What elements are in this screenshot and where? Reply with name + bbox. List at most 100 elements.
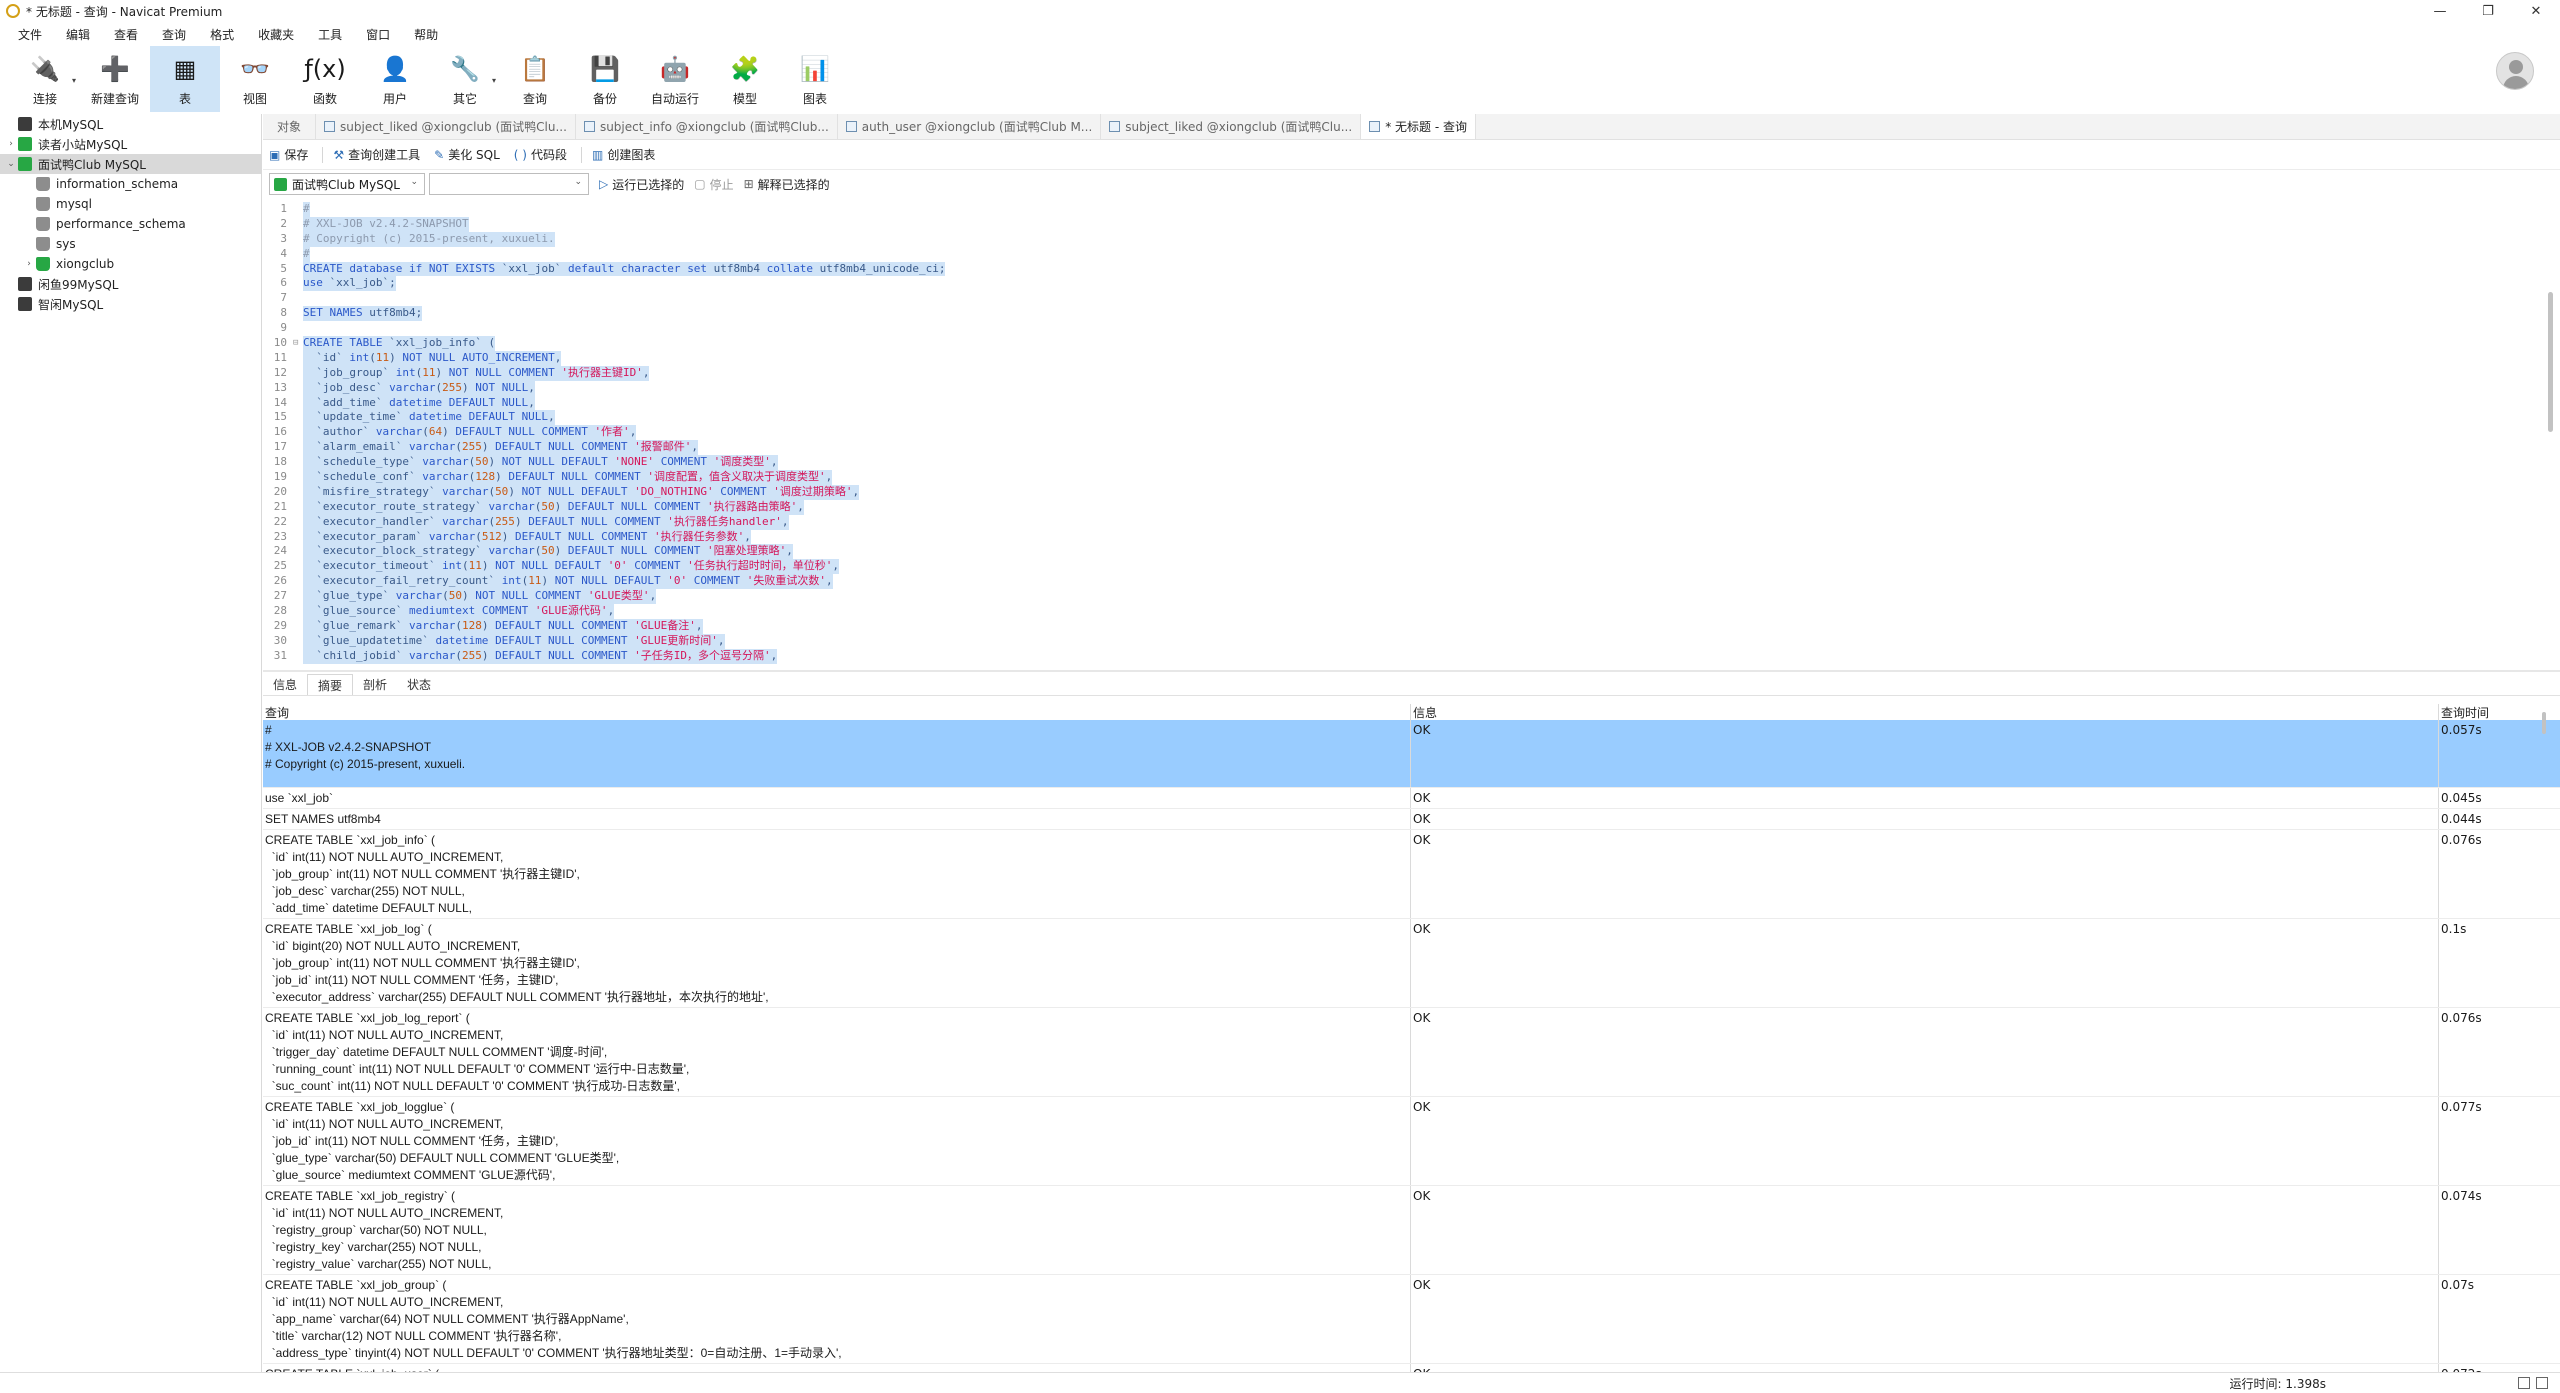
toolbar-button[interactable]: 📊 图表 xyxy=(780,46,850,112)
grid-scrollbar-thumb[interactable] xyxy=(2542,712,2546,734)
toolbar-button[interactable]: ƒ(x) 函数 xyxy=(290,46,360,112)
table-row[interactable]: CREATE TABLE `xxl_job_logglue` ( `id` in… xyxy=(263,1097,2560,1186)
time-cell[interactable]: 0.072s xyxy=(2439,1364,2539,1372)
toolbar-button[interactable]: 💾 备份 xyxy=(570,46,640,112)
database-select[interactable]: ⌄ xyxy=(429,173,589,195)
document-tab[interactable]: subject_liked @xiongclub (面试鸭Clu... xyxy=(1101,114,1362,139)
minimize-button[interactable]: — xyxy=(2416,0,2464,22)
toolbar-button[interactable]: 📋 查询 xyxy=(500,46,570,112)
caret-down-icon[interactable]: ▾ xyxy=(492,76,496,85)
info-cell[interactable]: OK xyxy=(1411,1008,2439,1096)
info-cell[interactable]: OK xyxy=(1411,1097,2439,1185)
user-avatar[interactable] xyxy=(2496,52,2534,90)
explain-selected-button[interactable]: ⊞ 解释已选择的 xyxy=(744,176,830,193)
query-cell[interactable]: CREATE TABLE `xxl_job_registry` ( `id` i… xyxy=(263,1186,1411,1274)
time-cell[interactable]: 0.07s xyxy=(2439,1275,2539,1363)
query-cell[interactable]: CREATE TABLE `xxl_job_logglue` ( `id` in… xyxy=(263,1097,1411,1185)
table-row[interactable]: use `xxl_job` OK 0.045s xyxy=(263,788,2560,809)
query-cell[interactable]: CREATE TABLE `xxl_job_log` ( `id` bigint… xyxy=(263,919,1411,1007)
tree-item[interactable]: performance_schema xyxy=(0,214,261,234)
query-cell[interactable]: # # XXL-JOB v2.4.2-SNAPSHOT # Copyright (c… xyxy=(263,720,1411,787)
toolbar-button[interactable]: 👓 视图 xyxy=(220,46,290,112)
save-button[interactable]: ▣ 保存 xyxy=(269,146,308,163)
menu-item[interactable]: 帮助 xyxy=(402,26,450,43)
time-cell[interactable]: 0.045s xyxy=(2439,788,2539,808)
document-tab[interactable]: subject_info @xiongclub (面试鸭Club... xyxy=(576,114,838,139)
toolbar-button[interactable]: 👤 用户 xyxy=(360,46,430,112)
editor-scrollbar[interactable] xyxy=(2546,202,2556,668)
expand-arrow-icon[interactable]: › xyxy=(22,259,36,269)
expand-arrow-icon[interactable]: › xyxy=(4,139,18,149)
code-snippet-button[interactable]: ( ) 代码段 xyxy=(514,146,567,163)
table-row[interactable]: CREATE TABLE `xxl_job_user` (OK0.072s xyxy=(263,1364,2560,1372)
tree-item[interactable]: › 读者小站MySQL xyxy=(0,134,261,154)
tree-item[interactable]: 智闲MySQL xyxy=(0,294,261,314)
menu-item[interactable]: 窗口 xyxy=(354,26,402,43)
info-cell[interactable]: OK xyxy=(1411,830,2439,918)
beautify-sql-button[interactable]: ✎ 美化 SQL xyxy=(434,146,500,163)
document-tab[interactable]: auth_user @xiongclub (面试鸭Club M... xyxy=(838,114,1102,139)
table-row[interactable]: CREATE TABLE `xxl_job_registry` ( `id` i… xyxy=(263,1186,2560,1275)
maximize-button[interactable]: ❐ xyxy=(2464,0,2512,22)
table-row[interactable]: CREATE TABLE `xxl_job_log` ( `id` bigint… xyxy=(263,919,2560,1008)
toolbar-button[interactable]: 🔌 连接 ▾ xyxy=(10,46,80,112)
menu-item[interactable]: 查询 xyxy=(150,26,198,43)
document-tab[interactable]: * 无标题 - 查询 xyxy=(1361,114,1476,139)
time-cell[interactable]: 0.077s xyxy=(2439,1097,2539,1185)
time-cell[interactable]: 0.074s xyxy=(2439,1186,2539,1274)
query-builder-button[interactable]: ⚒ 查询创建工具 xyxy=(333,146,420,163)
time-cell[interactable]: 0.044s xyxy=(2439,809,2539,829)
menu-item[interactable]: 编辑 xyxy=(54,26,102,43)
toolbar-button[interactable]: 🧩 模型 xyxy=(710,46,780,112)
time-cell[interactable]: 0.057s xyxy=(2439,720,2539,787)
document-tab[interactable]: 对象 xyxy=(263,114,317,139)
table-row[interactable]: CREATE TABLE `xxl_job_group` ( `id` int(… xyxy=(263,1275,2560,1364)
tree-item[interactable]: 闲鱼99MySQL xyxy=(0,274,261,294)
menu-item[interactable]: 收藏夹 xyxy=(246,26,306,43)
toolbar-button[interactable]: ➕ 新建查询 xyxy=(80,46,150,112)
info-cell[interactable]: OK xyxy=(1411,809,2439,829)
tree-item[interactable]: mysql xyxy=(0,194,261,214)
query-cell[interactable]: CREATE TABLE `xxl_job_user` ( xyxy=(263,1364,1411,1372)
info-cell[interactable]: OK xyxy=(1411,919,2439,1007)
result-tab[interactable]: 状态 xyxy=(397,674,441,695)
fold-toggle-icon[interactable]: ⊟ xyxy=(293,336,303,351)
run-selected-button[interactable]: ▷ 运行已选择的 xyxy=(599,176,684,193)
query-cell[interactable]: CREATE TABLE `xxl_job_group` ( `id` int(… xyxy=(263,1275,1411,1363)
time-cell[interactable]: 0.076s xyxy=(2439,830,2539,918)
query-cell[interactable]: use `xxl_job` xyxy=(263,788,1411,808)
info-cell[interactable]: OK xyxy=(1411,1364,2439,1372)
stop-button[interactable]: ▢ 停止 xyxy=(694,176,733,193)
query-column-header[interactable]: 查询 xyxy=(263,704,1411,720)
table-row[interactable]: CREATE TABLE `xxl_job_log_report` ( `id`… xyxy=(263,1008,2560,1097)
sql-editor[interactable]: 1 #2 # XXL-JOB v2.4.2-SNAPSHOT 3 # Copyright… xyxy=(263,202,2560,668)
menu-item[interactable]: 工具 xyxy=(306,26,354,43)
create-chart-button[interactable]: ▥ 创建图表 xyxy=(592,146,655,163)
table-row[interactable]: SET NAMES utf8mb4 OK 0.044s xyxy=(263,809,2560,830)
menu-item[interactable]: 格式 xyxy=(198,26,246,43)
toolbar-button[interactable]: 🔧 其它 ▾ xyxy=(430,46,500,112)
result-tab[interactable]: 信息 xyxy=(263,674,307,695)
info-cell[interactable]: OK xyxy=(1411,1186,2439,1274)
tree-item[interactable]: ⌄ 面试鸭Club MySQL xyxy=(0,154,261,174)
info-column-header[interactable]: 信息 xyxy=(1411,704,2439,720)
info-cell[interactable]: OK xyxy=(1411,788,2439,808)
document-tab[interactable]: subject_liked @xiongclub (面试鸭Clu... xyxy=(316,114,576,139)
caret-down-icon[interactable]: ▾ xyxy=(72,76,76,85)
info-cell[interactable]: OK xyxy=(1411,720,2439,787)
toolbar-button[interactable]: ▦ 表 xyxy=(150,46,220,112)
tree-item[interactable]: information_schema xyxy=(0,174,261,194)
table-row[interactable]: # # XXL-JOB v2.4.2-SNAPSHOT # Copyright (c… xyxy=(263,720,2560,788)
form-view-icon[interactable] xyxy=(2536,1377,2548,1389)
query-cell[interactable]: SET NAMES utf8mb4 xyxy=(263,809,1411,829)
editor-results-splitter[interactable] xyxy=(263,670,2560,672)
table-row[interactable]: CREATE TABLE `xxl_job_info` ( `id` int(1… xyxy=(263,830,2560,919)
query-cell[interactable]: CREATE TABLE `xxl_job_log_report` ( `id`… xyxy=(263,1008,1411,1096)
menu-item[interactable]: 查看 xyxy=(102,26,150,43)
toolbar-button[interactable]: 🤖 自动运行 xyxy=(640,46,710,112)
menu-item[interactable]: 文件 xyxy=(6,26,54,43)
result-tab[interactable]: 摘要 xyxy=(307,674,354,695)
time-column-header[interactable]: 查询时间 xyxy=(2439,704,2539,720)
query-cell[interactable]: CREATE TABLE `xxl_job_info` ( `id` int(1… xyxy=(263,830,1411,918)
time-cell[interactable]: 0.076s xyxy=(2439,1008,2539,1096)
